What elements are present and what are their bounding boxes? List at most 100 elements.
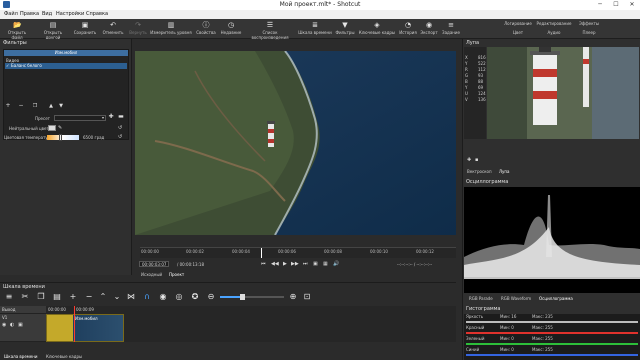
maximize-button[interactable]: ☐ [608, 0, 624, 10]
chevron-down-icon: ▾ [101, 115, 104, 120]
toggle-zoom-icon[interactable]: ▣ [313, 261, 318, 267]
toolbar-timeline[interactable]: ≣ Шкала времени [298, 20, 332, 38]
append-icon[interactable]: + [68, 292, 78, 302]
toolbar-export[interactable]: ◉ Экспорт [419, 20, 439, 38]
overwrite-icon[interactable]: ⌄ [112, 292, 122, 302]
tab-rgb-parade[interactable]: RGB Parade [469, 296, 493, 301]
lift-icon[interactable]: ⌃ [98, 292, 108, 302]
menu-file[interactable]: Файл [4, 11, 18, 17]
v1-track-header: V1 ◉ ◐ ▣ [0, 314, 46, 342]
volume-icon[interactable]: 🔊 [333, 261, 339, 267]
scrub-icon[interactable]: ◉ [158, 292, 168, 302]
toolbar-label: Шкала времени [298, 30, 332, 35]
save-preset-button[interactable]: ✚ [108, 114, 114, 120]
current-timecode[interactable]: 00:00:03:07 [139, 261, 170, 267]
waveform-graph [464, 195, 640, 279]
filters-title: Фильтры [3, 40, 27, 46]
filter-up-icon[interactable]: ▲ [48, 103, 54, 109]
menu-view[interactable]: Вид [42, 11, 52, 17]
lock-icon[interactable]: ▣ [18, 322, 23, 328]
zoom-fit-icon[interactable]: ⊡ [302, 292, 312, 302]
tab-waveform[interactable]: Осциллограмма [539, 296, 573, 301]
filter-down-icon[interactable]: ▼ [58, 103, 64, 109]
add-filter-button[interactable]: + [5, 103, 11, 109]
remove-filter-button[interactable]: − [18, 103, 24, 109]
grid-icon[interactable]: ▦ [323, 261, 328, 267]
toolbar-level-meter[interactable]: ▥ Измеритель уровня [150, 20, 192, 38]
temperature-slider[interactable] [47, 134, 79, 141]
tab-source[interactable]: Исходный [141, 272, 162, 277]
histogram-max: Макс: 255 [532, 325, 553, 330]
toolbar-undo[interactable]: ↶ Отменить [102, 20, 124, 38]
filter-item-white-balance[interactable]: ✓ Баланс белого [5, 63, 127, 69]
timeline-clip[interactable]: Изм.мобил [46, 314, 124, 342]
toolbar-properties[interactable]: ⓘ Свойства [194, 20, 218, 38]
toolbar-jobs[interactable]: ≡ Задание [440, 20, 462, 38]
recent-icon: ◷ [227, 21, 235, 29]
cut-icon[interactable]: ✂ [20, 292, 30, 302]
v1-track[interactable]: Изм.мобил [46, 314, 456, 342]
eyedropper-icon[interactable]: ✎ [58, 125, 62, 131]
tab-keyframes[interactable]: Ключевые кадры [46, 354, 82, 359]
skip-previous-icon[interactable]: ⏮ [261, 261, 266, 267]
ruler-tick: 00:00:06 [278, 249, 296, 254]
tab-vectorscope[interactable]: Вектроскоп [467, 169, 492, 174]
rewind-icon[interactable]: ◀◀ [271, 261, 279, 267]
minimize-button[interactable]: ─ [592, 0, 608, 10]
timeline-menu-icon[interactable]: ≡ [4, 292, 14, 302]
skip-next-icon[interactable]: ⏭ [303, 261, 308, 267]
mute-icon[interactable]: ◉ [2, 322, 6, 328]
checkbox-checked-icon[interactable]: ✓ [6, 63, 9, 69]
copy-filter-icon[interactable]: ❐ [32, 103, 38, 109]
zoom-pick-icon[interactable]: ✚ [467, 157, 471, 163]
temperature-value[interactable]: 6500 град [83, 135, 104, 140]
temperature-unit: град [94, 135, 105, 140]
toolbar-filters[interactable]: ▼ Фильтры [334, 20, 356, 38]
preset-combo[interactable]: ▾ [54, 115, 106, 121]
ripple-all-icon[interactable]: ✪ [190, 292, 200, 302]
toolbar-open-other[interactable]: ▤ Открыть другой [36, 20, 70, 40]
play-icon[interactable]: ▶ [283, 261, 287, 267]
snap-icon[interactable]: ∩ [142, 292, 152, 302]
menu-settings[interactable]: Настройки [56, 11, 84, 17]
tab-project[interactable]: Проект [169, 272, 184, 277]
toolbar-playlist[interactable]: ☰ Список воспроизведения [244, 20, 296, 40]
neutral-color-swatch[interactable] [48, 125, 56, 131]
copy-icon[interactable]: ❐ [36, 292, 46, 302]
tab-timeline[interactable]: Шкала времени [4, 354, 37, 359]
split-icon[interactable]: ⋈ [126, 292, 136, 302]
delete-preset-button[interactable]: ▬ [118, 114, 124, 120]
timeline-zoom-handle[interactable] [240, 294, 245, 300]
toolbar-keyframes[interactable]: ◈ Ключевые кадры [357, 20, 397, 38]
temperature-slider-handle[interactable] [59, 134, 62, 141]
video-viewer[interactable] [135, 51, 456, 235]
tab-zoom[interactable]: Лупа [499, 169, 509, 174]
toolbar-history[interactable]: ◔ История [398, 20, 418, 38]
reset-temperature-icon[interactable]: ↺ [118, 134, 122, 140]
menu-edit[interactable]: Правка [20, 11, 39, 17]
timeline-zoom-slider[interactable] [220, 294, 284, 300]
toolbar-open-file[interactable]: 📂 Открыть файл [2, 20, 32, 40]
timeline-ruler[interactable]: 00:00:00 00:00:09 [46, 306, 456, 314]
toolbar-recent[interactable]: ◷ Недавние [219, 20, 243, 38]
fast-forward-icon[interactable]: ▶▶ [291, 261, 299, 267]
timeline-playhead[interactable] [74, 306, 75, 342]
close-button[interactable]: ✕ [624, 0, 640, 10]
menu-help[interactable]: Справка [86, 11, 108, 17]
toolbar-save[interactable]: ▣ Сохранить [72, 20, 98, 38]
zoom-view[interactable] [487, 47, 639, 139]
toolbar-redo[interactable]: ↷ Вернуть [128, 20, 148, 38]
ripple-icon[interactable]: ◎ [174, 292, 184, 302]
waveform-title: Осциллограмма [466, 179, 509, 185]
tab-rgb-waveform[interactable]: RGB Waveform [501, 296, 531, 301]
zoom-out-icon[interactable]: ⊖ [206, 292, 216, 302]
zoom-lock-icon[interactable]: ▪ [475, 157, 478, 163]
hide-icon[interactable]: ◐ [10, 322, 14, 328]
toolbar-label: Свойства [196, 30, 216, 35]
zoom-in-icon[interactable]: ⊕ [288, 292, 298, 302]
paste-icon[interactable]: ▤ [52, 292, 62, 302]
reset-neutral-icon[interactable]: ↺ [118, 125, 122, 131]
ruler-tick: 00:00:10 [370, 249, 388, 254]
zoom-image [487, 47, 639, 139]
remove-icon[interactable]: − [84, 292, 94, 302]
